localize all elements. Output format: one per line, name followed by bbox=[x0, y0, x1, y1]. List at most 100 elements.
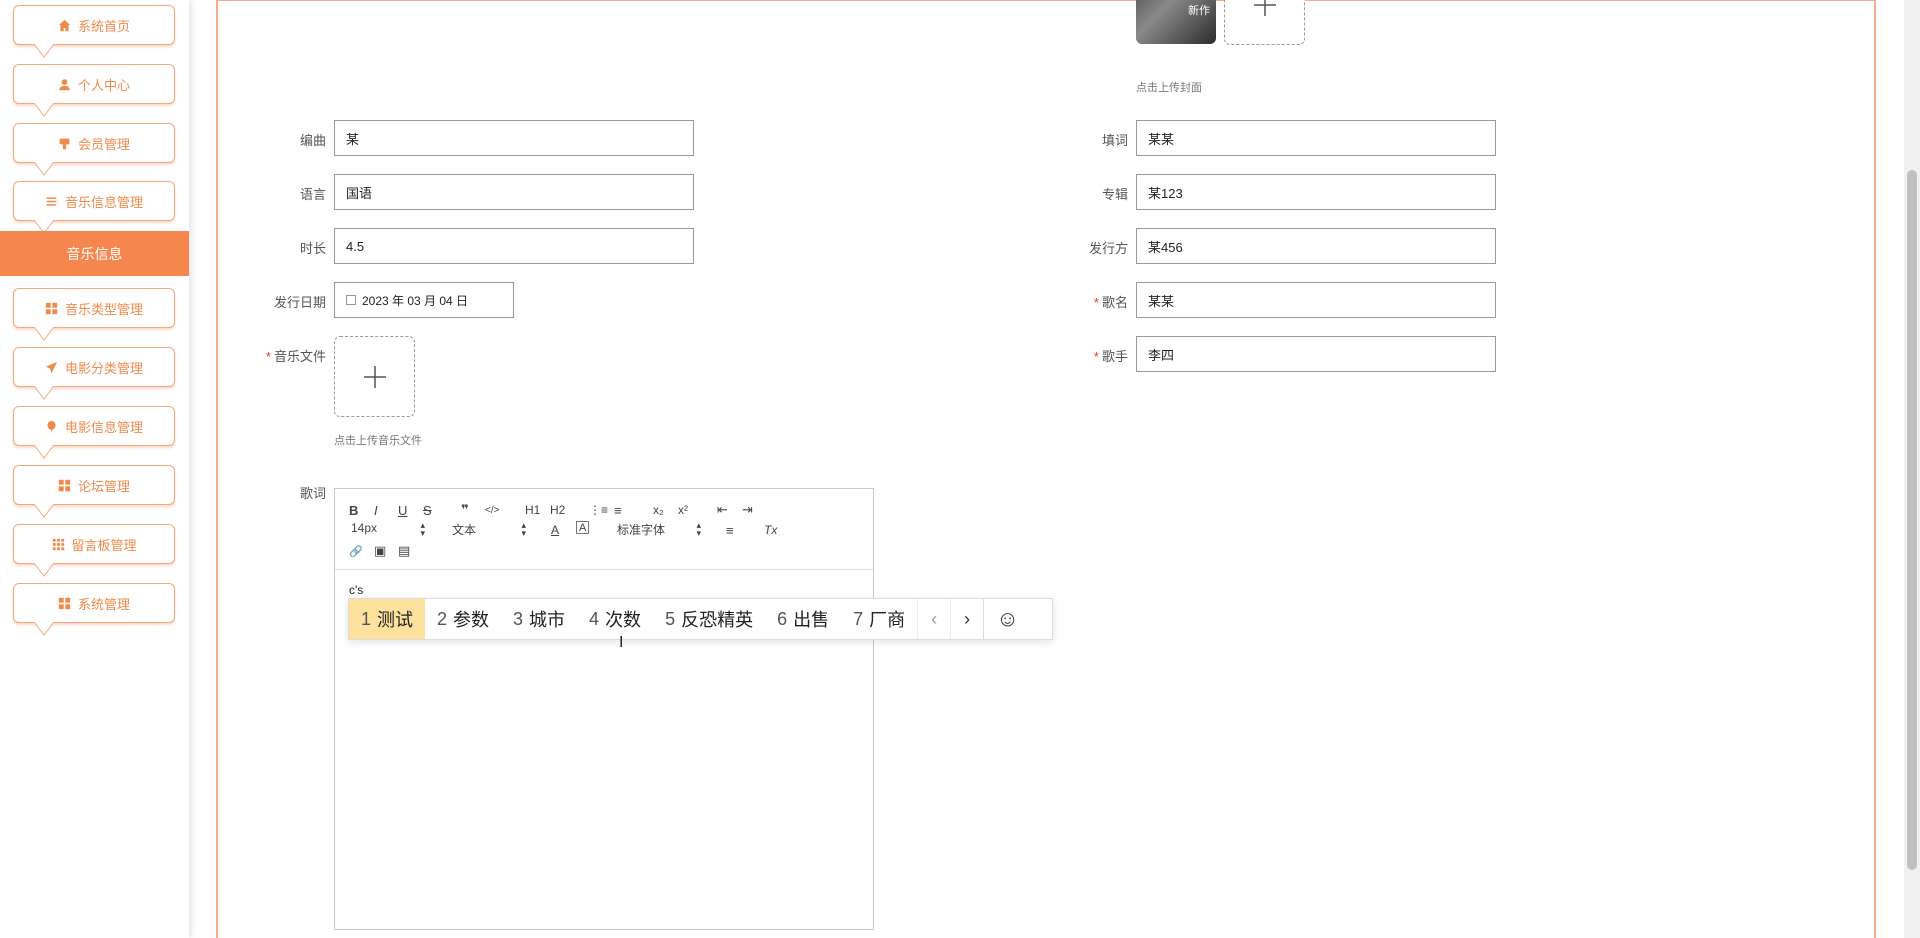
cover-image[interactable]: 新作 bbox=[1136, 0, 1216, 44]
blockquote-button[interactable]: ❞ bbox=[461, 501, 469, 519]
faxingfang-input[interactable]: 某456 bbox=[1136, 228, 1496, 264]
sidebar-item-label: 论坛管理 bbox=[77, 478, 130, 494]
ime-candidate[interactable]: 3 城市 bbox=[501, 599, 577, 639]
required-mark: * bbox=[1093, 349, 1099, 364]
editor-toolbar: B I U S ❞ </> H1 H2 ⋮≡ ≡ x₂ x² ⇤ ⇥ 14px ▴… bbox=[335, 489, 873, 570]
superscript-button[interactable]: x² bbox=[678, 501, 688, 519]
font-color-button[interactable]: A bbox=[551, 521, 559, 539]
emoji-icon[interactable]: ☺ bbox=[983, 599, 1031, 639]
underline-button[interactable]: U bbox=[398, 501, 407, 519]
text-cursor-icon: I bbox=[619, 634, 624, 651]
geming-input[interactable]: 某某 bbox=[1136, 282, 1496, 318]
ime-prev-page-icon[interactable]: ‹ bbox=[917, 599, 950, 639]
music-file-label-text: 音乐文件 bbox=[273, 349, 326, 364]
sidebar-subitem-music-info[interactable]: 音乐信息 bbox=[0, 231, 189, 276]
cover-text: 新作 bbox=[1188, 5, 1210, 17]
label-release-date: 发行日期 bbox=[273, 295, 326, 310]
bold-button[interactable]: B bbox=[349, 501, 358, 519]
candidate-text: 城市 bbox=[529, 610, 566, 630]
ime-candidate-bar: 1 测试 2 参数 3 城市 4 次数 5 反恐精英 6 出售 7 厂商 ‹ › ☺ bbox=[348, 598, 1053, 640]
sidebar-item-message-board[interactable]: 留言板管理 bbox=[13, 524, 175, 577]
ime-candidate[interactable]: 2 参数 bbox=[425, 599, 501, 639]
video-button[interactable]: ▤ bbox=[398, 542, 410, 560]
grid-icon bbox=[58, 478, 72, 492]
candidate-number: 3 bbox=[513, 608, 524, 629]
label-bianqu: 编曲 bbox=[299, 133, 326, 148]
sidebar-item-home[interactable]: 系统首页 bbox=[13, 5, 175, 58]
cover-upload-hint: 点击上传封面 bbox=[1136, 82, 1202, 94]
code-block-button[interactable]: </> bbox=[485, 501, 499, 519]
strike-button[interactable]: S bbox=[423, 501, 432, 519]
link-button[interactable]: 🔗 bbox=[349, 542, 363, 560]
grid-icon bbox=[45, 301, 59, 315]
send-icon bbox=[45, 360, 59, 374]
home-icon bbox=[58, 18, 72, 32]
select-arrows-icon: ▴ ▾ bbox=[420, 520, 425, 538]
ime-candidate[interactable]: 1 测试 bbox=[349, 599, 426, 639]
candidate-text: 参数 bbox=[453, 610, 490, 630]
ime-candidate[interactable]: 5 反恐精英 bbox=[653, 599, 765, 639]
bianqu-input[interactable]: 某 bbox=[334, 120, 694, 156]
shichang-input[interactable]: 4.5 bbox=[334, 228, 694, 264]
image-button[interactable]: ▣ bbox=[374, 542, 386, 560]
apps-icon bbox=[51, 537, 65, 551]
font-size-value: 14px bbox=[351, 521, 378, 535]
grid-icon bbox=[58, 596, 72, 610]
candidate-text: 反恐精英 bbox=[681, 610, 754, 630]
ime-next-page-icon[interactable]: › bbox=[950, 599, 983, 639]
release-date-picker[interactable]: 2023 年 03 月 04 日 bbox=[334, 282, 514, 318]
balloon-icon bbox=[45, 419, 59, 433]
sidebar-item-movie-info[interactable]: 电影信息管理 bbox=[13, 406, 175, 459]
font-family-select[interactable]: 标准字体 ▴ ▾ bbox=[617, 521, 701, 538]
editor-content[interactable]: c's bbox=[349, 583, 363, 597]
h2-button[interactable]: H2 bbox=[550, 501, 565, 519]
bullet-list-button[interactable]: ≡ bbox=[614, 501, 622, 519]
sidebar-item-music-type[interactable]: 音乐类型管理 bbox=[13, 288, 175, 341]
clean-format-button[interactable]: Tx bbox=[764, 521, 777, 539]
candidate-number: 2 bbox=[437, 608, 448, 629]
sidebar-item-members[interactable]: 会员管理 bbox=[13, 123, 175, 176]
ime-candidate[interactable]: 6 出售 bbox=[765, 599, 841, 639]
sidebar-item-label: 电影信息管理 bbox=[64, 419, 143, 435]
page-scrollbar[interactable] bbox=[1904, 0, 1920, 938]
required-mark: * bbox=[1093, 295, 1099, 310]
geshou-label-text: 歌手 bbox=[1101, 349, 1128, 364]
subscript-button[interactable]: x₂ bbox=[653, 501, 664, 519]
ime-candidate[interactable]: 4 次数 bbox=[577, 599, 653, 639]
paragraph-value: 文本 bbox=[452, 523, 477, 537]
label-music-file: * 音乐文件 bbox=[226, 346, 326, 365]
candidate-text: 厂商 bbox=[869, 610, 906, 630]
paragraph-select[interactable]: 文本 ▴ ▾ bbox=[452, 521, 526, 538]
zhuanji-input[interactable]: 某123 bbox=[1136, 174, 1496, 210]
font-size-select[interactable]: 14px ▴ ▾ bbox=[351, 520, 425, 538]
release-date-value: 2023 年 03 月 04 日 bbox=[362, 293, 469, 308]
italic-button[interactable]: I bbox=[374, 501, 378, 519]
yuyan-input[interactable]: 国语 bbox=[334, 174, 694, 210]
sidebar-item-label: 系统首页 bbox=[77, 18, 130, 34]
ordered-list-button[interactable]: ⋮≡ bbox=[589, 501, 608, 519]
candidate-number: 4 bbox=[589, 608, 600, 629]
label-geming: * 歌名 bbox=[1028, 292, 1128, 311]
sidebar-item-movie-category[interactable]: 电影分类管理 bbox=[13, 347, 175, 400]
candidate-number: 5 bbox=[665, 608, 676, 629]
tianci-input[interactable]: 某某 bbox=[1136, 120, 1496, 156]
sidebar-item-label: 个人中心 bbox=[77, 77, 130, 93]
lyrics-editor[interactable]: B I U S ❞ </> H1 H2 ⋮≡ ≡ x₂ x² ⇤ ⇥ 14px ▴… bbox=[334, 488, 874, 930]
label-geshou: * 歌手 bbox=[1028, 346, 1128, 365]
background-color-button[interactable]: A bbox=[576, 521, 590, 534]
sidebar-item-system[interactable]: 系统管理 bbox=[13, 583, 175, 636]
music-file-upload-button[interactable] bbox=[334, 336, 415, 417]
cover-upload-button[interactable] bbox=[1224, 0, 1305, 45]
list-icon bbox=[45, 194, 59, 208]
sidebar-item-music-info-mgmt[interactable]: 音乐信息管理 bbox=[13, 181, 175, 234]
outdent-button[interactable]: ⇤ bbox=[717, 501, 728, 519]
scrollbar-thumb[interactable] bbox=[1907, 170, 1917, 870]
sidebar-item-profile[interactable]: 个人中心 bbox=[13, 64, 175, 117]
geshou-input[interactable]: 李四 bbox=[1136, 336, 1496, 372]
align-button[interactable]: ≡ bbox=[726, 521, 734, 539]
indent-button[interactable]: ⇥ bbox=[742, 501, 753, 519]
h1-button[interactable]: H1 bbox=[525, 501, 540, 519]
sidebar: 系统首页 个人中心 会员管理 音乐信息管理 音乐信息 音乐类型管理 电影分类管理… bbox=[0, 0, 189, 938]
ime-candidate[interactable]: 7 厂商 bbox=[841, 599, 917, 639]
sidebar-item-forum[interactable]: 论坛管理 bbox=[13, 465, 175, 518]
